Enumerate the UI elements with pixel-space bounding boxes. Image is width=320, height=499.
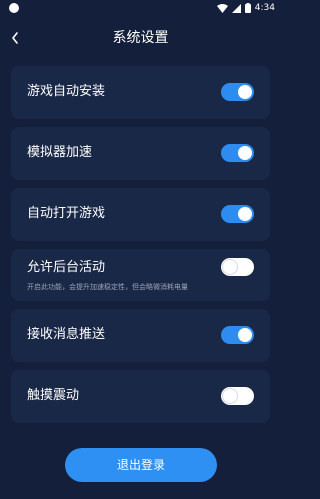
auto-install-toggle[interactable] <box>221 83 254 101</box>
emulator-acceleration-toggle[interactable] <box>221 144 254 162</box>
setting-label: 接收消息推送 <box>27 327 106 342</box>
setting-label: 允许后台活动 <box>27 260 106 275</box>
notification-dot-icon <box>9 3 19 13</box>
toggle-knob <box>223 260 237 274</box>
header: 系统设置 <box>0 24 281 52</box>
setting-label: 游戏自动安装 <box>27 84 106 99</box>
toggle-knob <box>238 207 252 221</box>
status-bar: 4:34 <box>0 0 281 16</box>
push-notifications-toggle[interactable] <box>221 326 254 344</box>
setting-description: 开启此功能，会提升加速稳定性，但会略微消耗电量 <box>27 283 188 291</box>
setting-label: 模拟器加速 <box>27 145 93 160</box>
wifi-icon <box>216 3 228 13</box>
setting-row-auto-open-game: 自动打开游戏 <box>11 188 270 241</box>
setting-row-push-notifications: 接收消息推送 <box>11 309 270 362</box>
toggle-knob <box>238 85 252 99</box>
toggle-knob <box>238 328 252 342</box>
setting-row-haptic-feedback: 触摸震动 <box>11 370 270 423</box>
battery-icon <box>244 3 251 13</box>
setting-label: 自动打开游戏 <box>27 206 106 221</box>
toggle-knob <box>238 146 252 160</box>
setting-row-background-activity: 允许后台活动 开启此功能，会提升加速稳定性，但会略微消耗电量 <box>11 249 270 301</box>
status-time: 4:34 <box>254 3 275 13</box>
setting-label: 触摸震动 <box>27 388 80 403</box>
signal-icon <box>231 3 241 13</box>
page-title: 系统设置 <box>112 30 169 46</box>
setting-row-emulator-acceleration: 模拟器加速 <box>11 127 270 180</box>
background-activity-toggle[interactable] <box>221 258 254 276</box>
logout-button[interactable]: 退出登录 <box>65 448 217 482</box>
haptic-feedback-toggle[interactable] <box>221 387 254 405</box>
auto-open-game-toggle[interactable] <box>221 205 254 223</box>
toggle-knob <box>223 389 237 403</box>
setting-row-auto-install: 游戏自动安装 <box>11 66 270 119</box>
